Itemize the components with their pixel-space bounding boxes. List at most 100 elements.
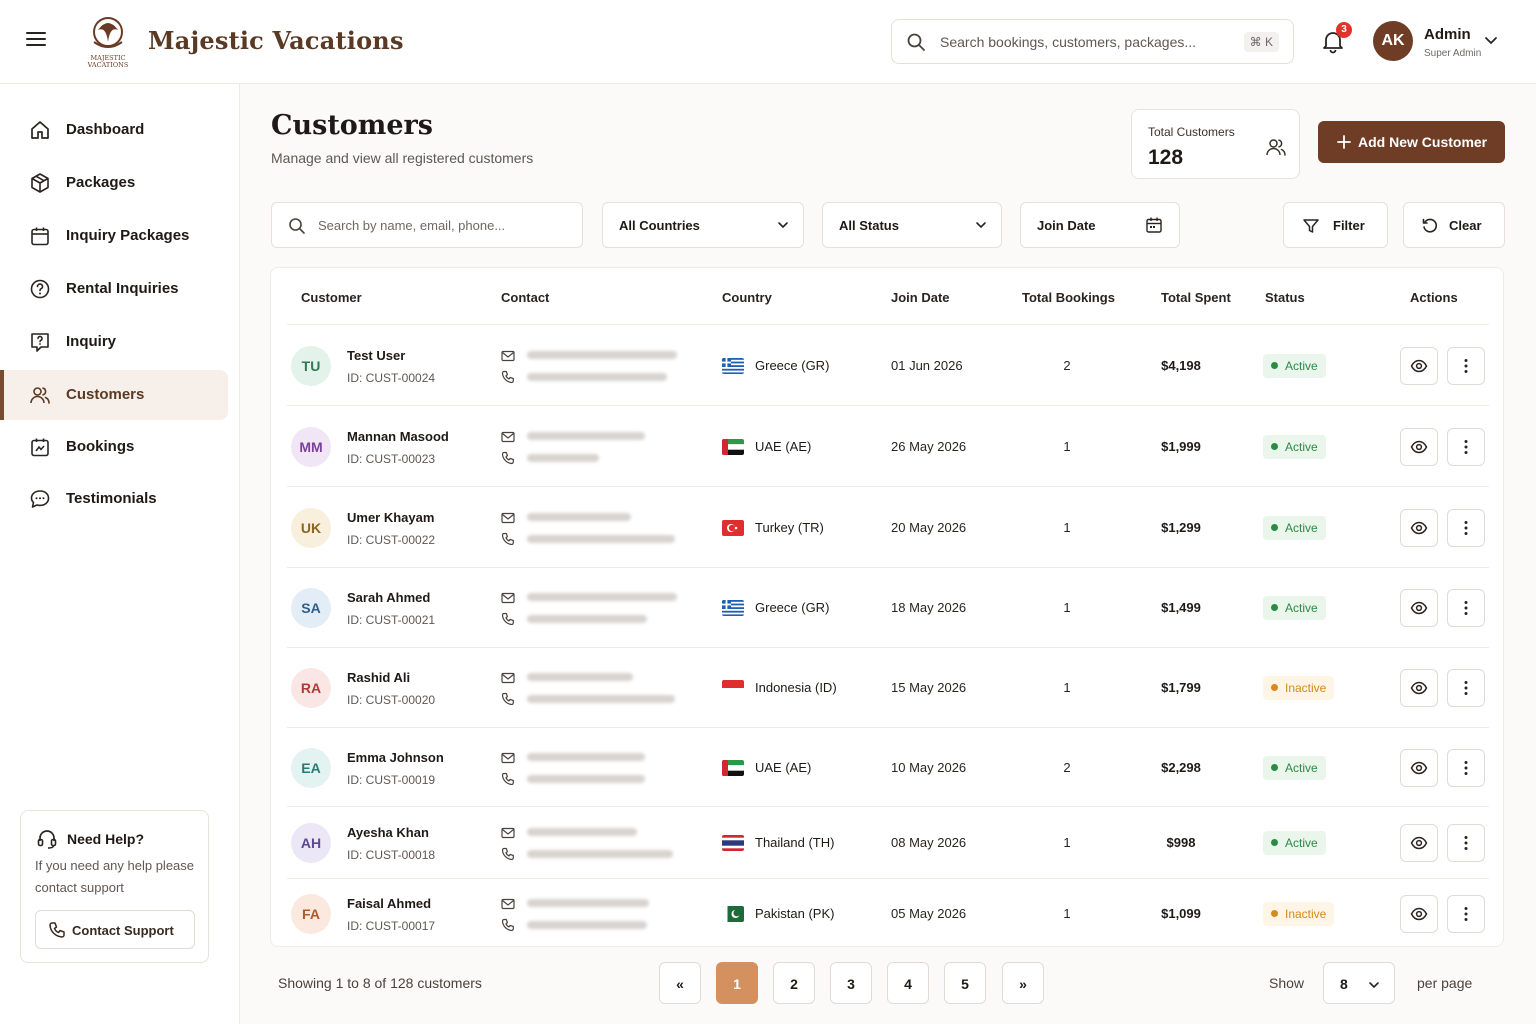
column-header-total-spent[interactable]: Total Spent (1161, 290, 1231, 305)
more-actions-button[interactable] (1447, 669, 1485, 707)
customer-search-input[interactable]: Search by name, email, phone... (271, 202, 583, 248)
view-customer-button[interactable] (1400, 427, 1438, 466)
column-header-contact[interactable]: Contact (501, 290, 549, 305)
sidebar-item-bookings[interactable]: Bookings (0, 422, 228, 472)
sidebar-item-dashboard[interactable]: Dashboard (0, 105, 228, 155)
sidebar-item-packages[interactable]: Packages (0, 158, 228, 208)
column-header-customer[interactable]: Customer (301, 290, 362, 305)
table-row[interactable]: FA Faisal Ahmed ID: CUST-00017 Pakistan (PK… (287, 878, 1489, 948)
customer-email-redacted (527, 673, 633, 681)
customer-name[interactable]: Sarah Ahmed (347, 590, 430, 605)
join-date-label: Join Date (1037, 218, 1096, 233)
customer-email-redacted (527, 593, 677, 601)
customer-name[interactable]: Emma Johnson (347, 750, 444, 765)
clear-button[interactable]: Clear (1403, 202, 1505, 248)
more-actions-button[interactable] (1447, 824, 1485, 862)
more-actions-button[interactable] (1447, 589, 1485, 627)
column-header-status[interactable]: Status (1265, 290, 1305, 305)
last-page-button[interactable]: » (1002, 962, 1044, 1004)
country-filter-select[interactable]: All Countries (602, 202, 804, 248)
join-date-picker[interactable]: Join Date (1020, 202, 1180, 248)
more-actions-button[interactable] (1447, 508, 1485, 547)
view-customer-button[interactable] (1400, 748, 1438, 787)
view-customer-button[interactable] (1400, 346, 1438, 385)
chat-icon (30, 490, 50, 508)
phone-icon (501, 847, 515, 866)
page-button-5[interactable]: 5 (944, 962, 986, 1004)
customer-total-bookings: 1 (1063, 906, 1071, 921)
notifications-button[interactable]: 3 (1320, 22, 1352, 54)
table-row[interactable]: UK Umer Khayam ID: CUST-00022 Turkey (TR) 20… (287, 486, 1489, 567)
column-header-join-date[interactable]: Join Date (891, 290, 950, 305)
user-avatar[interactable]: AK (1373, 21, 1413, 61)
sidebar-item-rental-inquiries[interactable]: Rental Inquiries (0, 264, 228, 314)
customer-name[interactable]: Umer Khayam (347, 510, 434, 525)
customer-id: ID: CUST-00018 (347, 848, 436, 862)
table-row[interactable]: RA Rashid Ali ID: CUST-00020 Indonesia (ID)… (287, 647, 1489, 727)
mail-icon (501, 430, 515, 448)
view-customer-button[interactable] (1400, 508, 1438, 547)
more-actions-button[interactable] (1447, 427, 1485, 466)
view-customer-button[interactable] (1400, 824, 1438, 862)
global-search-input[interactable]: Search bookings, customers, packages... … (891, 19, 1294, 64)
customer-country: Greece (GR) (755, 357, 830, 373)
customer-total-bookings: 2 (1063, 759, 1071, 775)
first-page-button[interactable]: « (659, 962, 701, 1004)
table-row[interactable]: TU Test User ID: CUST-00024 Greece (GR) 01 J… (287, 324, 1489, 405)
hamburger-menu-icon[interactable] (26, 28, 52, 54)
more-actions-button[interactable] (1447, 346, 1485, 385)
customer-phone-redacted (527, 372, 667, 381)
sidebar-item-inquiry[interactable]: Inquiry (0, 317, 228, 367)
status-filter-select[interactable]: All Status (822, 202, 1002, 248)
view-customer-button[interactable] (1400, 895, 1438, 933)
filter-button[interactable]: Filter (1283, 202, 1388, 248)
more-actions-button[interactable] (1447, 748, 1485, 787)
view-customer-button[interactable] (1400, 669, 1438, 707)
customer-country: UAE (AE) (755, 759, 812, 775)
page-button-3[interactable]: 3 (830, 962, 872, 1004)
page-button-2[interactable]: 2 (773, 962, 815, 1004)
table-row[interactable]: MM Mannan Masood ID: CUST-00023 UAE (AE) 26 … (287, 405, 1489, 486)
customer-avatar: FA (291, 894, 331, 934)
calendar-icon (1146, 217, 1162, 233)
table-row[interactable]: AH Ayesha Khan ID: CUST-00018 Thailand (TH)… (287, 806, 1489, 878)
page-button-1[interactable]: 1 (716, 962, 758, 1004)
sidebar-item-label: Dashboard (66, 121, 145, 138)
customer-name[interactable]: Mannan Masood (347, 429, 449, 444)
contact-support-button[interactable]: Contact Support (35, 910, 195, 949)
customer-name[interactable]: Faisal Ahmed (347, 896, 431, 911)
customer-phone-redacted (527, 850, 673, 858)
total-customers-label: Total Customers (1148, 125, 1235, 139)
table-row[interactable]: SA Sarah Ahmed ID: CUST-00021 Greece (GR) 18… (287, 567, 1489, 647)
customer-id: ID: CUST-00020 (347, 693, 436, 707)
customer-avatar: UK (291, 507, 331, 548)
flag-pk-icon (722, 906, 744, 922)
page-button-4[interactable]: 4 (887, 962, 929, 1004)
per-page-select[interactable]: 8 (1323, 962, 1395, 1004)
column-header-total-bookings[interactable]: Total Bookings (1022, 290, 1115, 305)
sidebar-item-inquiry-packages[interactable]: Inquiry Packages (0, 211, 228, 261)
customer-name[interactable]: Rashid Ali (347, 670, 410, 685)
customer-name[interactable]: Ayesha Khan (347, 825, 429, 840)
user-name[interactable]: Admin (1424, 26, 1471, 43)
customer-join-date: 05 May 2026 (891, 906, 967, 921)
sidebar-item-testimonials[interactable]: Testimonials (0, 474, 228, 524)
view-customer-button[interactable] (1400, 589, 1438, 627)
chevron-down-icon[interactable] (1484, 36, 1498, 46)
sidebar: Dashboard Packages Inquiry Packages Rent… (0, 84, 240, 1024)
help-card: Need Help? If you need any help please c… (20, 810, 209, 963)
flag-th-icon (722, 835, 744, 851)
customers-table: Customer Contact Country Join Date Total… (270, 267, 1504, 947)
majestic-vacations-logo[interactable]: MAJESTIC VACATIONS (80, 12, 136, 70)
more-actions-button[interactable] (1447, 895, 1485, 933)
flag-gr-icon (722, 357, 744, 374)
customer-join-date: 26 May 2026 (891, 438, 967, 454)
add-new-customer-button[interactable]: Add New Customer (1318, 121, 1505, 163)
table-row[interactable]: EA Emma Johnson ID: CUST-00019 UAE (AE) 10 M… (287, 727, 1489, 806)
customer-phone-redacted (527, 615, 647, 623)
sidebar-item-customers[interactable]: Customers (0, 370, 228, 420)
customer-phone-redacted (527, 921, 647, 929)
customer-name[interactable]: Test User (347, 348, 405, 363)
filter-button-label: Filter (1333, 218, 1365, 233)
column-header-country[interactable]: Country (722, 290, 772, 305)
